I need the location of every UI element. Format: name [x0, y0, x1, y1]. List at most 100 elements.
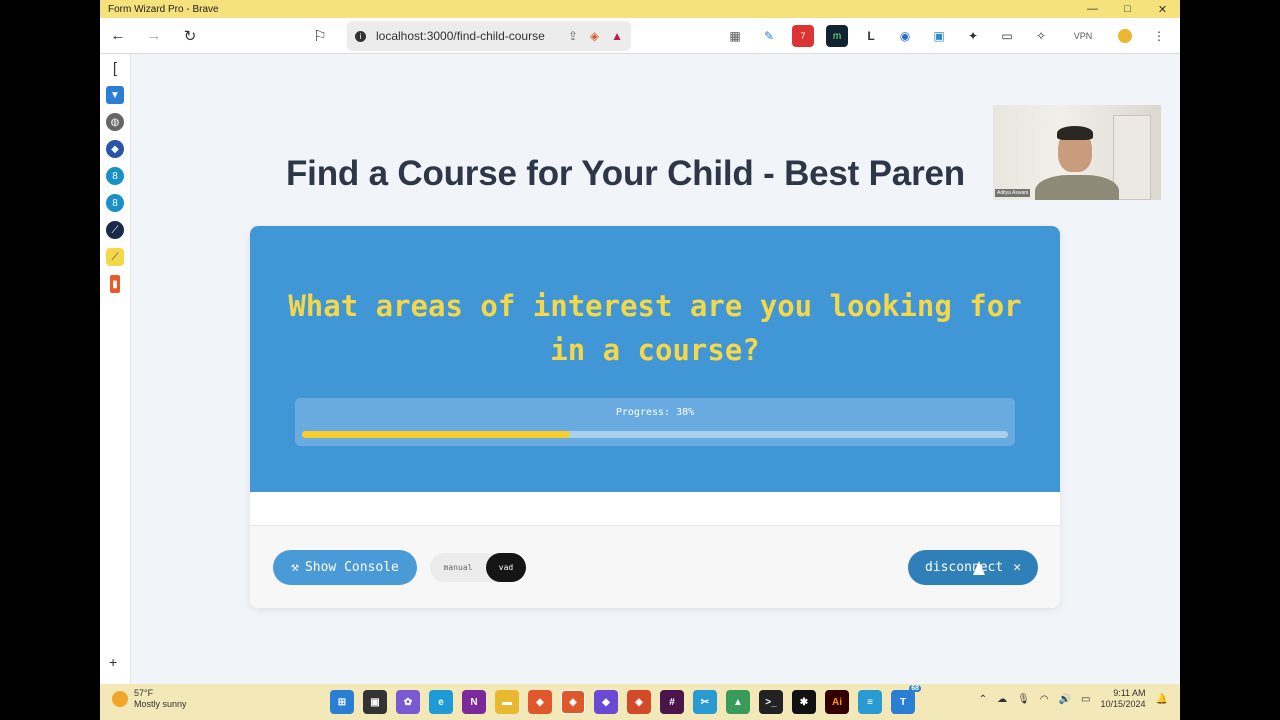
forward-button[interactable]: →	[140, 22, 168, 50]
onenote-icon[interactable]: N	[462, 690, 486, 714]
sidebar-bracket-icon[interactable]: [	[106, 59, 124, 77]
wallet-icon[interactable]: ▭	[996, 25, 1018, 47]
window-titlebar: Form Wizard Pro - Brave — □ ✕	[100, 0, 1180, 18]
address-bar[interactable]: i localhost:3000/find-child-course ⇪ ◈ ▲	[347, 21, 631, 51]
progress-fill	[302, 431, 571, 438]
url-text: localhost:3000/find-child-course	[376, 29, 545, 43]
weather-widget[interactable]: 57°F Mostly sunny	[112, 688, 187, 710]
volume-icon[interactable]: 🔊	[1059, 694, 1071, 705]
brave-active-icon[interactable]: ◈	[561, 690, 585, 714]
share-icon[interactable]: ⇪	[568, 29, 578, 43]
notification-badge: 68	[909, 685, 921, 692]
extensions-puzzle-icon[interactable]: ✦	[962, 25, 984, 47]
system-tray: ⌃ ☁ 🎙 ◠ 🔊 ▭ 9:11 AM 10/15/2024 🔔	[979, 688, 1168, 710]
image-app-icon[interactable]: ▲	[726, 690, 750, 714]
extension-5-icon[interactable]: L	[860, 25, 882, 47]
window-title: Form Wizard Pro - Brave	[108, 3, 219, 15]
slack-icon[interactable]: #	[660, 690, 684, 714]
back-button[interactable]: ←	[104, 22, 132, 50]
capcut-icon[interactable]: ✱	[792, 690, 816, 714]
notepad-icon[interactable]: ≡	[858, 690, 882, 714]
extension-4-icon[interactable]: m	[826, 25, 848, 47]
video-background	[1113, 115, 1151, 200]
sidebar-app-4-icon[interactable]: ⟋	[106, 221, 124, 239]
sidebar-filter-icon[interactable]: ▼	[106, 86, 124, 104]
extension-1-icon[interactable]: ▦	[724, 25, 746, 47]
date: 10/15/2024	[1100, 699, 1146, 709]
teams-icon[interactable]: T 68	[891, 685, 921, 714]
chevron-up-icon[interactable]: ⌃	[979, 694, 987, 705]
brave-shields-icon[interactable]: ◈	[590, 29, 599, 43]
extensions-area: ▦ ✎ 7 m L ◉ ▣ ✦ ▭ ✧ VPN ⋮	[724, 18, 1170, 54]
participant-name: Aditya Aswani	[995, 189, 1031, 197]
copilot-icon[interactable]: ✿	[396, 690, 420, 714]
maximize-button[interactable]: □	[1110, 3, 1145, 15]
windows-taskbar: 57°F Mostly sunny ⊞ ▣ ✿ e N ▬ ◈ ◈ ◆ ◈ # …	[100, 684, 1180, 720]
obsidian-icon[interactable]: ◆	[594, 690, 618, 714]
battery-icon[interactable]: ▭	[1081, 694, 1090, 705]
video-person-body	[1035, 175, 1119, 200]
extension-3-icon[interactable]: 7	[792, 25, 814, 47]
sidebar-globe-icon[interactable]: ◍	[106, 113, 124, 131]
mouse-cursor	[973, 561, 985, 575]
brave-icon[interactable]: ◈	[528, 690, 552, 714]
terminal-icon[interactable]: >_	[759, 690, 783, 714]
illustrator-icon[interactable]: Ai	[825, 690, 849, 714]
question-text: What areas of interest are you looking f…	[288, 289, 1022, 367]
page-content: Find a Course for Your Child - Best Pare…	[131, 54, 1180, 684]
brave-beta-icon[interactable]: ◈	[627, 690, 651, 714]
extension-2-icon[interactable]: ✎	[758, 25, 780, 47]
site-info-icon[interactable]: i	[355, 30, 366, 42]
progress-track	[302, 431, 1008, 438]
sidebar-app-3-icon[interactable]: 8	[106, 194, 124, 212]
mode-manual-option[interactable]: manual	[430, 553, 486, 582]
brave-rewards-icon[interactable]: ▲	[611, 29, 623, 43]
video-call-overlay[interactable]: Aditya Aswani	[993, 105, 1161, 200]
sidebar-app-1-icon[interactable]: ◆	[106, 140, 124, 158]
sidebar-app-6-icon[interactable]: ▮	[110, 275, 120, 293]
leo-ai-icon[interactable]: ✧	[1030, 25, 1052, 47]
close-window-button[interactable]: ✕	[1145, 3, 1180, 16]
screen: Form Wizard Pro - Brave — □ ✕ ← → ↻ ⚐ i …	[100, 0, 1180, 720]
question-panel: What areas of interest are you looking f…	[250, 226, 1060, 492]
menu-icon[interactable]: ⋮	[1148, 25, 1170, 47]
task-view-icon[interactable]: ▣	[363, 690, 387, 714]
cloud-icon[interactable]: ☁	[997, 694, 1007, 705]
minimize-button[interactable]: —	[1075, 3, 1110, 15]
time: 9:11 AM	[1113, 688, 1146, 698]
taskbar-apps: ⊞ ▣ ✿ e N ▬ ◈ ◈ ◆ ◈ # ✂ ▲ >_ ✱ Ai ≡ T 68	[330, 685, 921, 714]
browser-sidebar: [ ▼ ◍ ◆ 8 8 ⟋ ⟋ ▮ +	[100, 54, 131, 684]
sun-icon	[112, 691, 128, 707]
sidebar-app-5-icon[interactable]: ⟋	[106, 248, 124, 266]
clock[interactable]: 9:11 AM 10/15/2024	[1101, 688, 1146, 710]
profile-avatar[interactable]	[1114, 25, 1136, 47]
form-card: What areas of interest are you looking f…	[250, 226, 1060, 608]
close-icon: ✕	[1013, 560, 1022, 575]
mode-toggle[interactable]: manual vad	[430, 553, 526, 582]
browser-toolbar: ← → ↻ ⚐ i localhost:3000/find-child-cour…	[100, 18, 1180, 54]
extension-6-icon[interactable]: ◉	[894, 25, 916, 47]
extension-7-icon[interactable]: ▣	[928, 25, 950, 47]
page-title: Find a Course for Your Child - Best Pare…	[286, 154, 965, 193]
reload-button[interactable]: ↻	[176, 22, 204, 50]
temperature: 57°F	[134, 688, 154, 698]
vpn-label: VPN	[1073, 31, 1093, 41]
control-bar: ⚒ Show Console manual vad disconnect ✕	[250, 526, 1060, 608]
answer-area	[250, 492, 1060, 526]
edge-icon[interactable]: e	[429, 690, 453, 714]
sidebar-add-icon[interactable]: +	[109, 654, 117, 670]
wifi-icon[interactable]: ◠	[1040, 694, 1049, 705]
notification-bell-icon[interactable]: 🔔	[1156, 694, 1168, 705]
weather-condition: Mostly sunny	[134, 699, 187, 709]
microphone-icon[interactable]: 🎙	[1017, 694, 1030, 705]
start-icon[interactable]: ⊞	[330, 690, 354, 714]
file-explorer-icon[interactable]: ▬	[495, 690, 519, 714]
progress-label: Progress: 38%	[615, 407, 695, 418]
sidebar-app-2-icon[interactable]: 8	[106, 167, 124, 185]
snipping-tool-icon[interactable]: ✂	[693, 690, 717, 714]
vpn-button[interactable]: VPN	[1064, 25, 1102, 47]
progress-box: Progress: 38%	[295, 398, 1015, 446]
bookmark-icon[interactable]: ⚐	[306, 22, 334, 50]
mode-vad-option[interactable]: vad	[486, 553, 526, 582]
show-console-button[interactable]: ⚒ Show Console	[273, 550, 417, 585]
